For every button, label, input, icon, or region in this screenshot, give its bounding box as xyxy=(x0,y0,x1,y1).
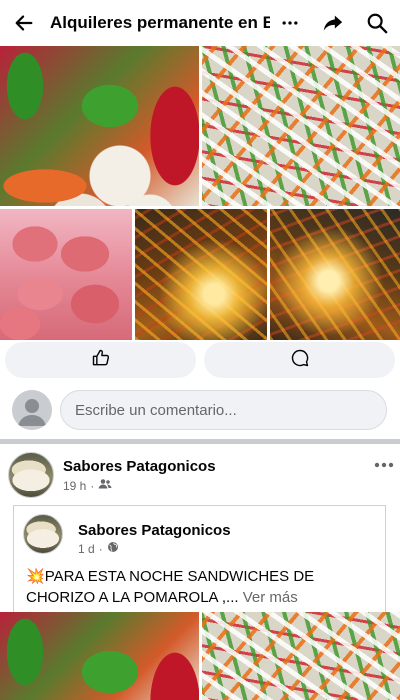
photo-stew[interactable] xyxy=(135,209,267,340)
page-title: Alquileres permanente en E... xyxy=(50,13,270,32)
photo-vegetables-2[interactable] xyxy=(0,612,199,700)
comment-input[interactable]: Escribe un comentario... xyxy=(60,390,387,430)
share-icon[interactable] xyxy=(318,8,348,38)
post-text: 💥PARA ESTA NOCHE SANDWICHES DE CHORIZO A… xyxy=(26,566,378,608)
shared-author-name[interactable]: Sabores Patagonicos xyxy=(78,522,231,539)
friends-icon xyxy=(98,478,112,493)
shared-time[interactable]: 1 d xyxy=(78,542,95,556)
page-avatar[interactable] xyxy=(8,452,54,498)
back-arrow-icon[interactable] xyxy=(9,8,39,38)
section-divider xyxy=(0,439,400,444)
thumbs-up-icon xyxy=(91,348,111,373)
photo-sliced-vegetables[interactable] xyxy=(202,46,400,206)
post-author-name[interactable]: Sabores Patagonicos xyxy=(63,458,216,475)
photo-tomatoes[interactable] xyxy=(0,209,132,340)
post-meta: 19 h · xyxy=(63,478,112,493)
meta-dot: · xyxy=(90,478,95,493)
see-more-link[interactable]: Ver más xyxy=(239,589,298,606)
comment-bubble-icon xyxy=(290,348,310,373)
photo-vegetables[interactable] xyxy=(0,46,199,206)
post-time[interactable]: 19 h xyxy=(63,479,86,493)
shared-post-card[interactable]: Sabores Patagonicos 1 d · 💥PARA ESTA NOC… xyxy=(13,505,386,615)
meta-dot: · xyxy=(98,541,103,556)
top-bar: Alquileres permanente en E... xyxy=(0,0,400,46)
explosion-emoji: 💥 xyxy=(26,568,45,585)
photo-stew-2[interactable] xyxy=(270,209,400,340)
user-avatar[interactable] xyxy=(12,390,52,430)
comment-button[interactable] xyxy=(204,342,395,378)
more-dots-icon[interactable] xyxy=(275,8,305,38)
globe-icon xyxy=(107,541,119,556)
photo-sliced-vegetables-2[interactable] xyxy=(202,612,400,700)
search-icon[interactable] xyxy=(362,8,392,38)
like-button[interactable] xyxy=(5,342,196,378)
shared-meta: 1 d · xyxy=(78,541,119,556)
shared-page-avatar[interactable] xyxy=(23,514,63,554)
post-options-icon[interactable] xyxy=(370,456,398,474)
